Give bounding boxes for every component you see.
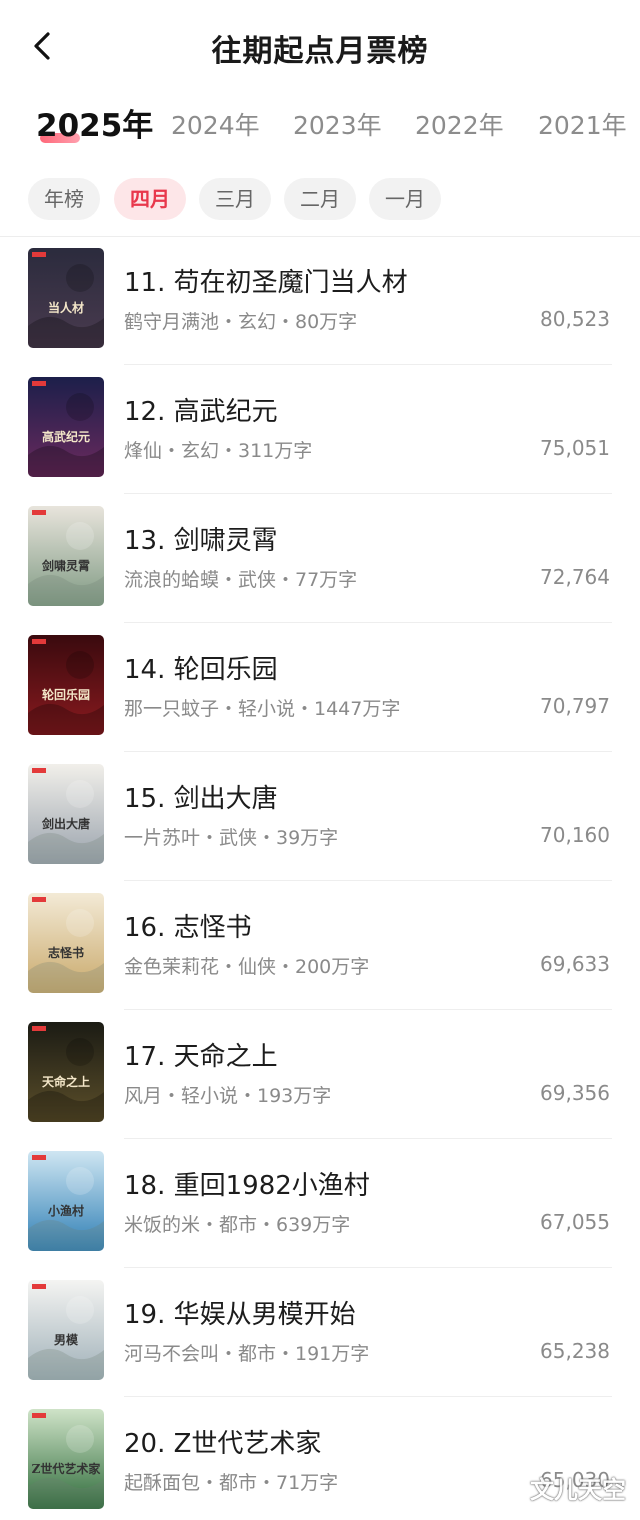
book-row[interactable]: 志怪书 16. 志怪书金色茉莉花・仙侠・200万字 69,633 — [0, 881, 640, 1010]
monthly-votes: 70,160 — [540, 823, 610, 847]
book-meta: 流浪的蛤蟆・武侠・77万字 — [124, 569, 358, 591]
book-meta: 河马不会叫・都市・191万字 — [124, 1343, 370, 1365]
book-cover: 男模 — [28, 1280, 104, 1380]
book-row[interactable]: 剑出大唐 15. 剑出大唐一片苏叶・武侠・39万字 70,160 — [0, 752, 640, 881]
book-cover-text: 剑出大唐 — [41, 816, 90, 831]
book-meta: 金色茉莉花・仙侠・200万字 — [124, 956, 370, 978]
chip-year-list[interactable]: 年榜 — [28, 178, 100, 220]
book-cover-text: 志怪书 — [48, 945, 84, 960]
tab-year-2023[interactable]: 2023年 — [293, 106, 382, 142]
monthly-votes: 65,238 — [540, 1339, 610, 1363]
chip-march[interactable]: 三月 — [199, 178, 271, 220]
monthly-votes: 69,356 — [540, 1081, 610, 1105]
book-cover-text: 当人材 — [48, 300, 84, 315]
month-filter: 年榜 四月 三月 二月 一月 — [0, 178, 640, 222]
watermark: 文儿天空 — [530, 1476, 626, 1504]
book-row[interactable]: 小渔村 18. 重回1982小渔村米饭的米・都市・639万字 67,055 — [0, 1139, 640, 1268]
tab-year-2025[interactable]: 2025年 — [36, 100, 153, 145]
book-meta: 一片苏叶・武侠・39万字 — [124, 827, 339, 849]
book-title: 16. 志怪书 — [124, 913, 252, 943]
book-title: 19. 华娱从男模开始 — [124, 1300, 356, 1330]
book-cover: 小渔村 — [28, 1151, 104, 1251]
monthly-votes: 69,633 — [540, 952, 610, 976]
book-title: 18. 重回1982小渔村 — [124, 1171, 370, 1201]
book-cover: 轮回乐园 — [28, 635, 104, 735]
book-cover: 高武纪元 — [28, 377, 104, 477]
book-row[interactable]: 高武纪元 12. 高武纪元烽仙・玄幻・311万字 75,051 — [0, 365, 640, 494]
book-cover-text: 剑啸灵霄 — [41, 558, 90, 573]
book-title: 11. 苟在初圣魔门当人材 — [124, 268, 408, 298]
book-cover-image: 剑出大唐 — [28, 764, 104, 864]
book-cover-text: 小渔村 — [48, 1203, 84, 1218]
book-row[interactable]: 剑啸灵霄 13. 剑啸灵霄流浪的蛤蟆・武侠・77万字 72,764 — [0, 494, 640, 623]
book-cover-text: 轮回乐园 — [42, 687, 90, 702]
tab-year-2021[interactable]: 2021年 — [538, 106, 627, 142]
book-cover: 剑啸灵霄 — [28, 506, 104, 606]
book-cover-image: 高武纪元 — [28, 377, 104, 477]
book-meta: 鹤守月满池・玄幻・80万字 — [124, 311, 358, 333]
monthly-votes: 70,797 — [540, 694, 610, 718]
book-cover-text: 男模 — [54, 1332, 79, 1347]
year-tabs: 2025年 2024年 2023年 2022年 2021年 — [0, 96, 640, 156]
book-cover-text: 高武纪元 — [42, 429, 90, 444]
book-title: 20. Z世代艺术家 — [124, 1429, 322, 1459]
chip-february[interactable]: 二月 — [284, 178, 356, 220]
book-title: 13. 剑啸灵霄 — [124, 526, 278, 556]
book-row[interactable]: 男模 19. 华娱从男模开始河马不会叫・都市・191万字 65,238 — [0, 1268, 640, 1397]
book-meta: 那一只蚊子・轻小说・1447万字 — [124, 698, 401, 720]
book-cover-image: 轮回乐园 — [28, 635, 104, 735]
book-cover: 志怪书 — [28, 893, 104, 993]
book-cover-image: 剑啸灵霄 — [28, 506, 104, 606]
book-meta: 烽仙・玄幻・311万字 — [124, 440, 313, 462]
book-cover-image: 男模 — [28, 1280, 104, 1380]
monthly-votes: 72,764 — [540, 565, 610, 589]
monthly-votes: 67,055 — [540, 1210, 610, 1234]
book-cover-text: Z世代艺术家 — [32, 1461, 102, 1476]
book-cover: Z世代艺术家 — [28, 1409, 104, 1509]
book-cover-image: 小渔村 — [28, 1151, 104, 1251]
book-row[interactable]: 天命之上 17. 天命之上风月・轻小说・193万字 69,356 — [0, 1010, 640, 1139]
book-title: 14. 轮回乐园 — [124, 655, 278, 685]
tab-year-2024[interactable]: 2024年 — [171, 106, 260, 142]
page-title: 往期起点月票榜 — [211, 34, 429, 69]
book-meta: 起酥面包・都市・71万字 — [124, 1472, 339, 1494]
book-cover: 天命之上 — [28, 1022, 104, 1122]
book-row[interactable]: 当人材 11. 苟在初圣魔门当人材鹤守月满池・玄幻・80万字 80,523 — [0, 236, 640, 365]
monthly-votes: 80,523 — [540, 307, 610, 331]
book-cover: 当人材 — [28, 248, 104, 348]
book-cover-text: 天命之上 — [42, 1074, 90, 1089]
book-title: 12. 高武纪元 — [124, 397, 278, 427]
book-title: 15. 剑出大唐 — [124, 784, 278, 814]
book-cover-image: 志怪书 — [28, 893, 104, 993]
chip-april[interactable]: 四月 — [114, 178, 186, 220]
book-cover-image: 当人材 — [28, 248, 104, 348]
book-meta: 风月・轻小说・193万字 — [124, 1085, 332, 1107]
book-row[interactable]: 轮回乐园 14. 轮回乐园那一只蚊子・轻小说・1447万字 70,797 — [0, 623, 640, 752]
book-cover-image: 天命之上 — [28, 1022, 104, 1122]
chip-january[interactable]: 一月 — [369, 178, 441, 220]
book-meta: 米饭的米・都市・639万字 — [124, 1214, 351, 1236]
book-title: 17. 天命之上 — [124, 1042, 278, 1072]
monthly-votes: 75,051 — [540, 436, 610, 460]
header: 往期起点月票榜 — [0, 0, 640, 92]
book-cover-image: Z世代艺术家 — [28, 1409, 104, 1509]
book-cover: 剑出大唐 — [28, 764, 104, 864]
tab-year-2022[interactable]: 2022年 — [415, 106, 504, 142]
